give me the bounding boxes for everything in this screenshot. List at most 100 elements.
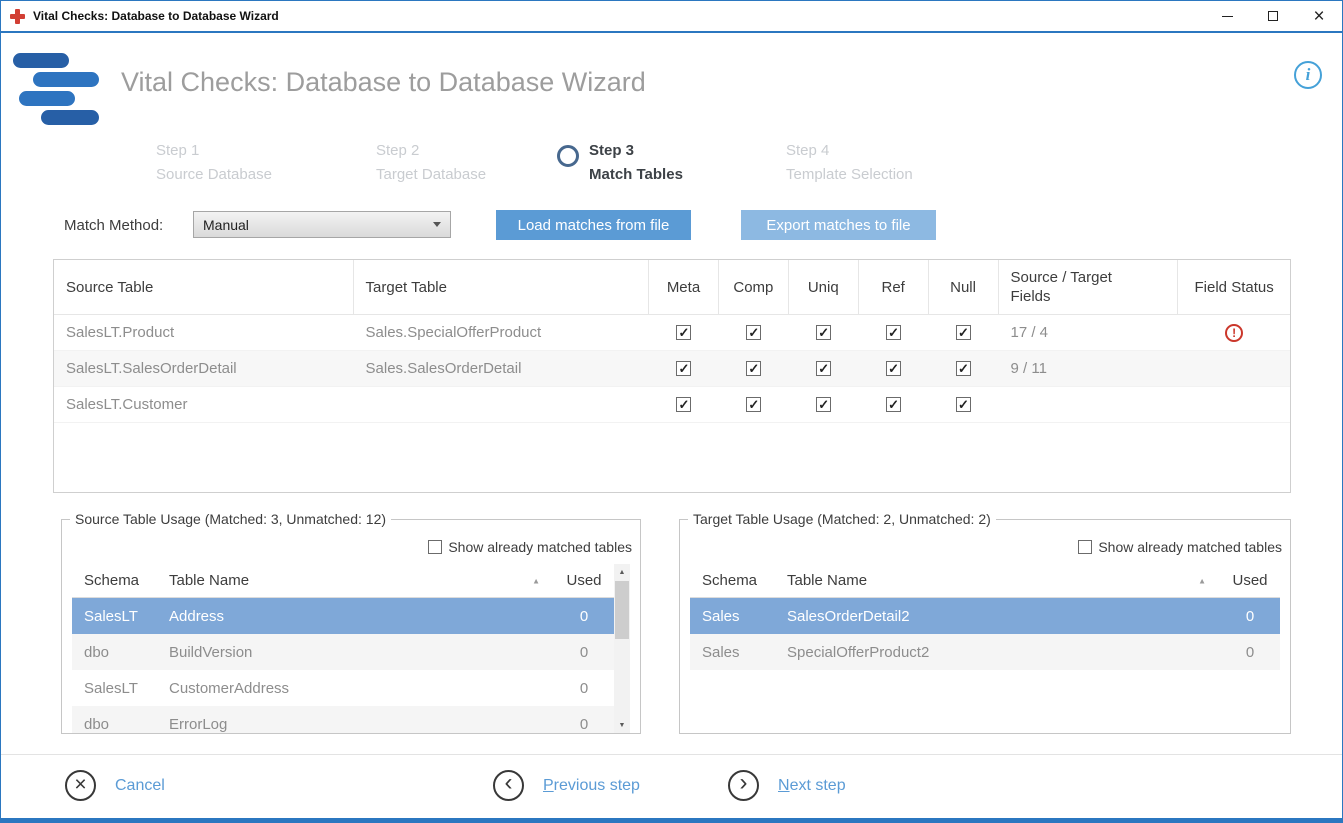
scroll-up-icon[interactable] xyxy=(614,564,630,580)
used-cell: 0 xyxy=(1220,608,1280,625)
used-cell: 0 xyxy=(554,716,614,733)
step-number: Step 2 xyxy=(376,139,486,163)
export-matches-button[interactable]: Export matches to file xyxy=(741,210,936,240)
column-header-schema[interactable]: Schema xyxy=(690,572,775,589)
source-show-matched-checkbox[interactable]: Show already matched tables xyxy=(428,539,632,555)
meta-checkbox[interactable] xyxy=(676,325,691,340)
source-table-cell: SalesLT.Product xyxy=(54,315,354,350)
scroll-down-icon[interactable] xyxy=(614,717,630,733)
uniq-checkbox[interactable] xyxy=(816,361,831,376)
table-name-cell: SpecialOfferProduct2 xyxy=(775,644,1220,661)
page-title: Vital Checks: Database to Database Wizar… xyxy=(121,67,646,98)
column-header-table-name[interactable]: Table Name xyxy=(775,572,1220,589)
comp-checkbox[interactable] xyxy=(746,397,761,412)
used-cell: 0 xyxy=(1220,644,1280,661)
circle-x-icon xyxy=(65,770,96,801)
column-header-meta[interactable]: Meta xyxy=(649,260,719,314)
ref-checkbox[interactable] xyxy=(886,397,901,412)
checkbox-unchecked-icon[interactable] xyxy=(428,540,442,554)
source-usage-row-errorlog[interactable]: dbo ErrorLog 0 xyxy=(72,706,614,733)
column-header-field-status[interactable]: Field Status xyxy=(1178,260,1290,314)
target-usage-table: Schema Table Name Used Sales SalesOrderD… xyxy=(690,564,1280,733)
cancel-label: Cancel xyxy=(115,777,165,795)
window-bottom-border xyxy=(1,818,1342,822)
step-number: Step 1 xyxy=(156,139,272,163)
match-method-select[interactable]: Manual xyxy=(193,211,451,238)
uniq-checkbox[interactable] xyxy=(816,325,831,340)
comp-checkbox[interactable] xyxy=(746,325,761,340)
load-matches-button[interactable]: Load matches from file xyxy=(496,210,691,240)
column-header-null[interactable]: Null xyxy=(929,260,999,314)
match-method-label: Match Method: xyxy=(64,217,163,234)
ref-checkbox[interactable] xyxy=(886,325,901,340)
current-step-ring-icon xyxy=(557,145,579,167)
column-header-table-name[interactable]: Table Name xyxy=(157,572,554,589)
target-table-cell: Sales.SalesOrderDetail xyxy=(354,351,650,386)
show-matched-label: Show already matched tables xyxy=(448,539,632,555)
next-step-button[interactable]: Next step xyxy=(728,770,846,801)
scrollbar-thumb[interactable] xyxy=(615,581,629,639)
fields-count-cell xyxy=(999,387,1179,422)
meta-checkbox[interactable] xyxy=(676,361,691,376)
table-name-cell: ErrorLog xyxy=(157,716,554,733)
column-header-used[interactable]: Used xyxy=(1220,572,1280,589)
field-status-error-icon[interactable] xyxy=(1225,324,1243,342)
close-button[interactable] xyxy=(1296,1,1342,31)
schema-cell: dbo xyxy=(72,644,157,661)
schema-cell: SalesLT xyxy=(72,608,157,625)
step-label: Source Database xyxy=(156,163,272,187)
source-table-cell: SalesLT.SalesOrderDetail xyxy=(54,351,354,386)
null-checkbox[interactable] xyxy=(956,325,971,340)
match-row-salesorderdetail[interactable]: SalesLT.SalesOrderDetail Sales.SalesOrde… xyxy=(54,351,1290,387)
schema-cell: SalesLT xyxy=(72,680,157,697)
column-header-comp[interactable]: Comp xyxy=(719,260,789,314)
usage-header-row: Schema Table Name Used xyxy=(690,564,1280,598)
source-usage-row-customeraddress[interactable]: SalesLT CustomerAddress 0 xyxy=(72,670,614,706)
cancel-button[interactable]: Cancel xyxy=(65,770,165,801)
table-name-cell: BuildVersion xyxy=(157,644,554,661)
comp-checkbox[interactable] xyxy=(746,361,761,376)
column-header-ref[interactable]: Ref xyxy=(859,260,929,314)
null-checkbox[interactable] xyxy=(956,361,971,376)
column-header-source-target-fields[interactable]: Source / Target Fields xyxy=(999,260,1179,314)
column-header-target-table[interactable]: Target Table xyxy=(354,260,650,314)
match-row-customer[interactable]: SalesLT.Customer xyxy=(54,387,1290,423)
source-usage-row-buildversion[interactable]: dbo BuildVersion 0 xyxy=(72,634,614,670)
column-header-schema[interactable]: Schema xyxy=(72,572,157,589)
meta-checkbox[interactable] xyxy=(676,397,691,412)
field-status-cell xyxy=(1178,387,1290,422)
app-window: Vital Checks: Database to Database Wizar… xyxy=(0,0,1343,823)
source-usage-row-address[interactable]: SalesLT Address 0 xyxy=(72,598,614,634)
checkbox-unchecked-icon[interactable] xyxy=(1078,540,1092,554)
target-usage-row-specialofferproduct2[interactable]: Sales SpecialOfferProduct2 0 xyxy=(690,634,1280,670)
target-usage-row-salesorderdetail2[interactable]: Sales SalesOrderDetail2 0 xyxy=(690,598,1280,634)
usage-header-row: Schema Table Name Used xyxy=(72,564,614,598)
column-header-label: Source / Target Fields xyxy=(1011,268,1131,306)
match-method-value: Manual xyxy=(203,217,249,233)
column-header-source-table[interactable]: Source Table xyxy=(54,260,354,314)
show-matched-label: Show already matched tables xyxy=(1098,539,1282,555)
target-usage-title: Target Table Usage (Matched: 2, Unmatche… xyxy=(688,511,996,527)
maximize-button[interactable] xyxy=(1250,1,1296,31)
step-label: Template Selection xyxy=(786,163,913,187)
previous-step-button[interactable]: Previous step xyxy=(493,770,640,801)
target-table-cell: Sales.SpecialOfferProduct xyxy=(354,315,650,350)
column-header-uniq[interactable]: Uniq xyxy=(789,260,859,314)
used-cell: 0 xyxy=(554,680,614,697)
minimize-button[interactable] xyxy=(1204,1,1250,31)
uniq-checkbox[interactable] xyxy=(816,397,831,412)
fields-count-cell: 17 / 4 xyxy=(999,315,1179,350)
ref-checkbox[interactable] xyxy=(886,361,901,376)
previous-step-label: Previous step xyxy=(543,777,640,795)
step-4-template-selection: Step 4 Template Selection xyxy=(786,139,913,187)
table-name-cell: SalesOrderDetail2 xyxy=(775,608,1220,625)
match-row-product[interactable]: SalesLT.Product Sales.SpecialOfferProduc… xyxy=(54,315,1290,351)
table-name-cell: CustomerAddress xyxy=(157,680,554,697)
target-show-matched-checkbox[interactable]: Show already matched tables xyxy=(1078,539,1282,555)
null-checkbox[interactable] xyxy=(956,397,971,412)
fields-count-cell: 9 / 11 xyxy=(999,351,1179,386)
red-cross-icon xyxy=(10,9,25,24)
vertical-scrollbar[interactable] xyxy=(614,564,630,733)
column-header-used[interactable]: Used xyxy=(554,572,614,589)
info-icon[interactable] xyxy=(1294,61,1322,89)
